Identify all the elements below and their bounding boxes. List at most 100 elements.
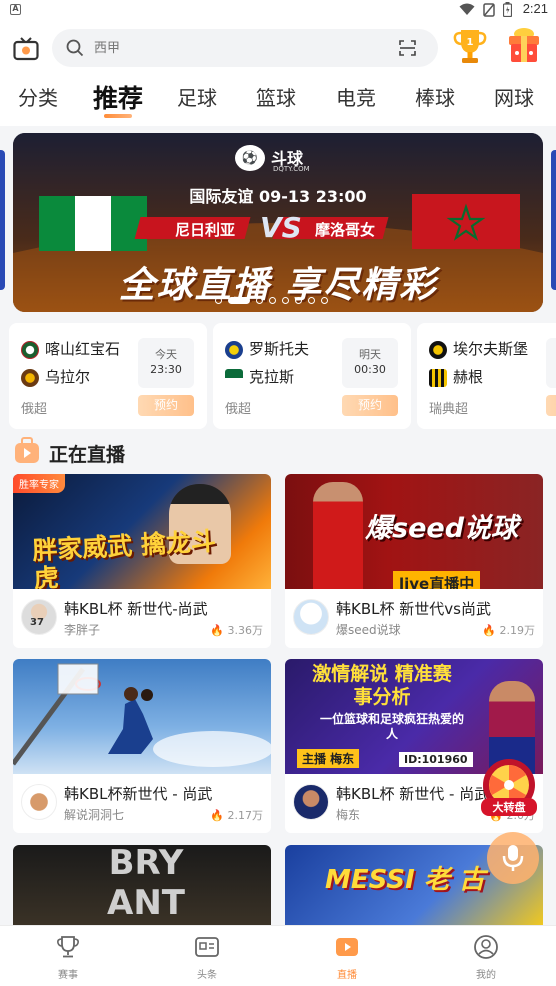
trophy-icon[interactable]: 1 <box>451 26 489 66</box>
stream-thumbnail <box>13 659 271 774</box>
away-team: 乌拉尔 <box>21 366 90 387</box>
nav-profile[interactable]: 我的 <box>456 934 516 981</box>
away-team-name: 赫根 <box>453 368 484 386</box>
tab-esports[interactable]: 电竞 <box>336 82 376 111</box>
home-team: 埃尔夫斯堡 <box>429 338 528 359</box>
lucky-wheel-button[interactable]: 大转盘 <box>479 758 539 818</box>
expert-badge: 胜率专家 <box>13 474 65 493</box>
nav-label: 直播 <box>337 970 357 981</box>
thumb-text: 爆seed说球 <box>365 513 519 544</box>
home-team: 罗斯托夫 <box>225 338 309 359</box>
banner-dot[interactable] <box>269 297 276 304</box>
nav-label: 头条 <box>197 970 217 981</box>
thumb-text: MESSI 老 古 <box>325 865 485 895</box>
banner-brand-logo: ⚽ <box>235 145 265 171</box>
host-label: 主播 梅东 <box>297 749 360 768</box>
match-time: 00:30 <box>354 363 386 376</box>
stream-thumbnail: 激情解说 精准赛事分析 一位篮球和足球疯狂热爱的人 主播 梅东 ID:10196… <box>285 659 543 774</box>
reserve-button[interactable]: 预约 <box>138 395 194 416</box>
banner-dot[interactable] <box>282 297 289 304</box>
banner-dot[interactable] <box>215 297 222 304</box>
reserve-button[interactable]: 预约 <box>342 395 398 416</box>
tab-category[interactable]: 分类 <box>18 82 58 111</box>
banner-dot[interactable] <box>228 297 250 304</box>
status-bar: A 2:21 <box>0 0 556 20</box>
scan-icon[interactable] <box>399 40 416 56</box>
away-team: 克拉斯 <box>225 366 294 387</box>
banner-team-right: 摩洛哥女 <box>315 221 376 239</box>
wifi-icon <box>459 3 475 15</box>
search-bar[interactable] <box>52 29 438 67</box>
search-input[interactable] <box>94 37 374 59</box>
thumb-text: 激情解说 精准赛事分析 <box>312 663 452 708</box>
stream-card[interactable]: 爆seed说球 live直播中 韩KBL杯 新世代vs尚武 爆seed说球 🔥 … <box>285 474 543 648</box>
view-count: 🔥 3.36万 <box>210 622 263 638</box>
no-signal-icon <box>483 2 495 17</box>
avatar[interactable]: 37 <box>21 599 57 635</box>
banner-pagination <box>0 297 556 307</box>
voice-button[interactable] <box>487 832 539 884</box>
search-icon <box>66 39 84 57</box>
user-icon <box>474 935 498 959</box>
avatar[interactable] <box>293 599 329 635</box>
promo-banner[interactable]: ⚽ 斗球 DQTY.COM 国际友谊 09-13 23:00 尼日利亚 VS 摩… <box>13 133 543 312</box>
avatar[interactable] <box>21 784 57 820</box>
match-card[interactable]: 埃尔夫斯堡 赫根 瑞典超 <box>417 323 556 429</box>
banner-dot[interactable] <box>256 297 263 304</box>
team-logo <box>21 340 39 359</box>
gift-box-icon[interactable] <box>503 24 545 66</box>
stream-title: 韩KBL杯新世代 - 尚武 <box>64 785 213 803</box>
category-tabs: 分类 推荐 足球 篮球 电竞 棒球 网球 <box>0 82 556 126</box>
thumb-subtext: 一位篮球和足球疯狂热爱的人 <box>319 712 464 741</box>
bottom-navigation: 赛事 头条 直播 我的 <box>0 925 556 986</box>
reserve-button[interactable] <box>546 395 556 416</box>
stream-card[interactable]: 韩KBL杯新世代 - 尚武 解说洞洞七 🔥 2.17万 <box>13 659 271 833</box>
upcoming-matches: 喀山红宝石 乌拉尔 俄超 今天 23:30 预约 罗斯托夫 克拉斯 俄超 明天 00… <box>0 323 556 429</box>
nav-headlines[interactable]: 头条 <box>177 934 237 981</box>
trophy-outline-icon <box>57 936 79 958</box>
streamer-name: 梅东 <box>336 808 361 822</box>
view-count-value: 2.17万 <box>227 809 264 822</box>
stream-card[interactable]: 胖家威武 擒龙斗虎 胜率专家 37 韩KBL杯 新世代-尚武 李胖子 🔥 3.3… <box>13 474 271 648</box>
news-icon <box>195 937 219 957</box>
banner-team-left: 尼日利亚 <box>175 221 236 239</box>
nav-live[interactable]: 直播 <box>317 934 377 981</box>
thumb-text: 胖家威武 擒龙斗虎 <box>31 526 217 589</box>
view-count: 🔥 2.17万 <box>210 807 263 823</box>
avatar[interactable] <box>293 784 329 820</box>
banner-dot[interactable] <box>321 297 328 304</box>
banner-dot[interactable] <box>295 297 302 304</box>
lucky-wheel-label: 大转盘 <box>481 798 537 816</box>
flame-icon: 🔥 <box>210 624 224 637</box>
match-day: 明天 <box>359 348 381 361</box>
match-time-box <box>546 338 556 388</box>
microphone-icon <box>502 845 524 871</box>
tab-football[interactable]: 足球 <box>177 82 217 111</box>
stream-thumbnail: 爆seed说球 live直播中 <box>285 474 543 589</box>
league-name: 瑞典超 <box>429 402 469 417</box>
active-tab-indicator <box>104 114 132 118</box>
team-logo <box>21 368 39 387</box>
nav-events[interactable]: 赛事 <box>38 934 98 981</box>
tab-baseball[interactable]: 棒球 <box>415 82 455 111</box>
clock: 2:21 <box>522 1 548 16</box>
match-time-box: 今天 23:30 <box>138 338 194 388</box>
team-logo <box>225 368 243 387</box>
svg-text:1: 1 <box>467 37 474 48</box>
tab-tennis[interactable]: 网球 <box>494 82 534 111</box>
tab-basketball[interactable]: 篮球 <box>256 82 296 111</box>
tab-recommend[interactable]: 推荐 <box>93 79 143 115</box>
app-screen: { "status_bar": {"time": "2:21", "app_ic… <box>0 0 556 986</box>
home-team: 喀山红宝石 <box>21 338 120 359</box>
match-day: 今天 <box>155 348 177 361</box>
match-card[interactable]: 罗斯托夫 克拉斯 俄超 明天 00:30 预约 <box>213 323 411 429</box>
match-time: 23:30 <box>150 363 182 376</box>
tv-icon[interactable] <box>13 37 39 61</box>
match-card[interactable]: 喀山红宝石 乌拉尔 俄超 今天 23:30 预约 <box>9 323 207 429</box>
team-logo <box>429 368 447 387</box>
host-id: ID:101960 <box>399 752 473 767</box>
away-team: 赫根 <box>429 366 483 387</box>
banner-dot[interactable] <box>308 297 315 304</box>
match-time-box: 明天 00:30 <box>342 338 398 388</box>
stream-card[interactable]: BRYANT 24 <box>13 845 271 925</box>
